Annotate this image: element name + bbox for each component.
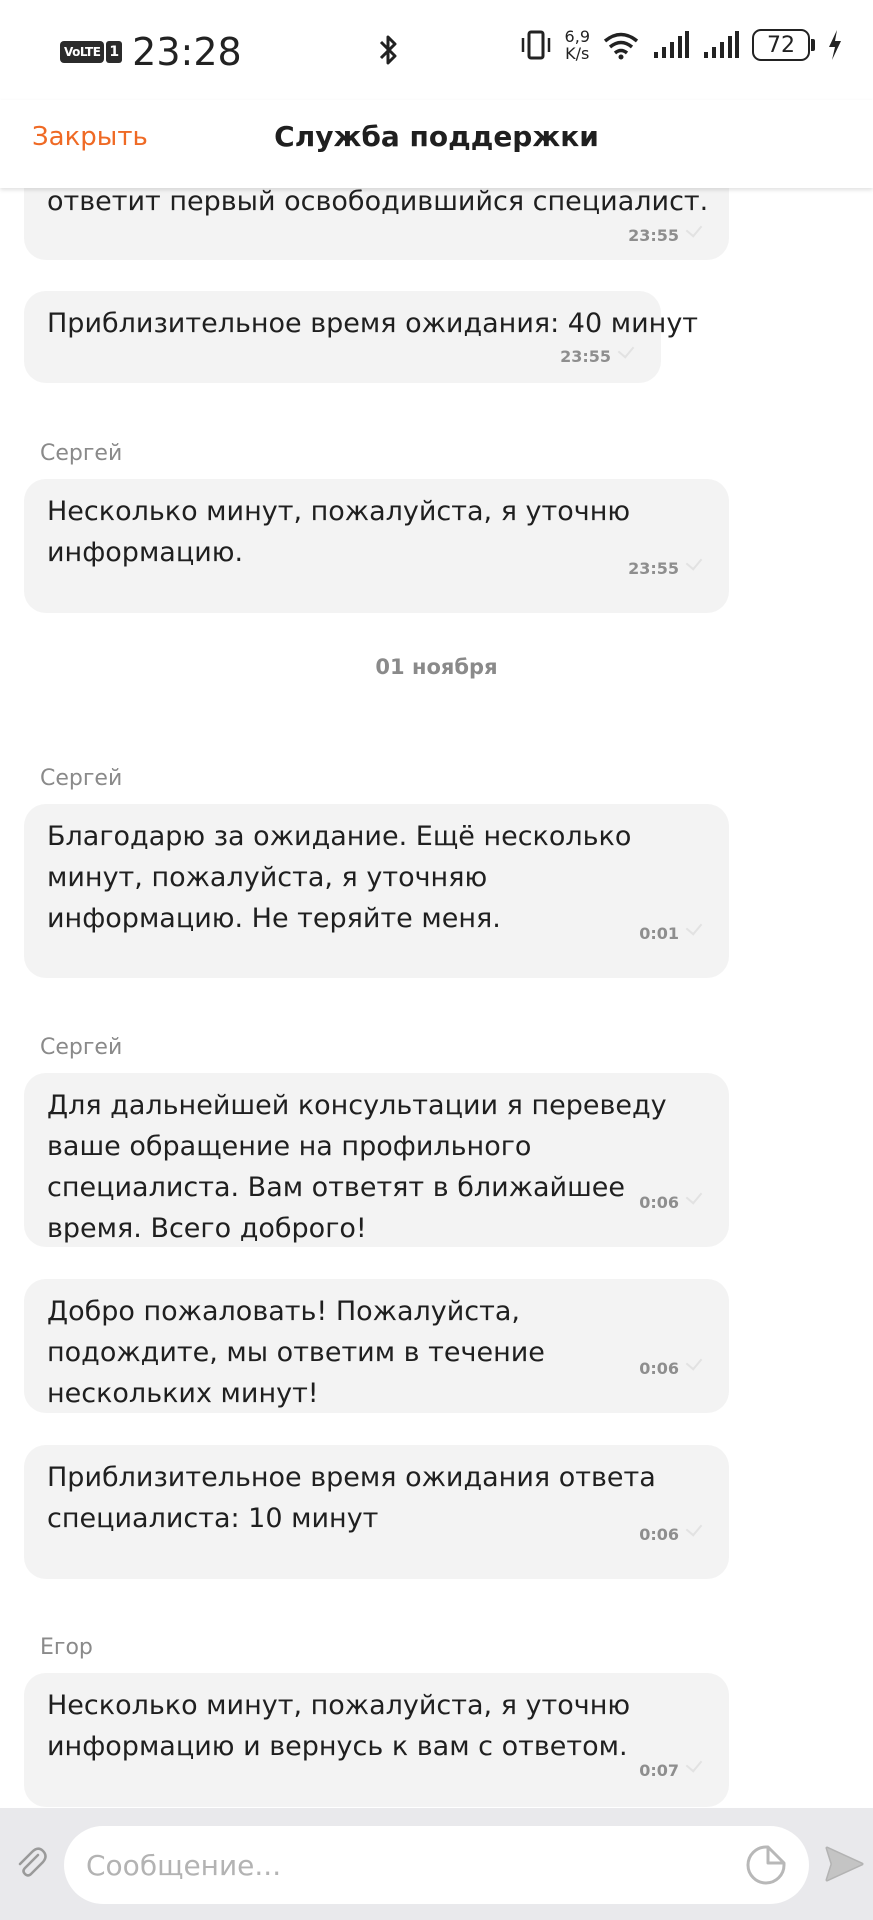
message-text: Приблизительное время ожидания: 40 минут [47, 308, 699, 339]
message-bubble: Благодарю за ожидание. Ещё несколько мин… [24, 804, 729, 978]
volte-icon: VoLTE 1 [60, 39, 123, 65]
read-check-icon [685, 918, 703, 936]
read-check-icon [617, 341, 635, 359]
message-text: ответит первый освободившийся специалист… [47, 188, 709, 217]
read-check-icon [685, 1353, 703, 1371]
message-time: 23:55 [560, 347, 611, 366]
status-bar: VoLTE 1 23:28 6,9 K/s 72 [0, 0, 873, 100]
message-text: Несколько минут, пожалуйста, я уточню ин… [47, 496, 631, 568]
message-field[interactable] [64, 1826, 809, 1904]
message-time: 0:01 [639, 924, 679, 943]
sim-slot-badge: 1 [106, 41, 123, 63]
message-time: 0:06 [639, 1193, 679, 1212]
battery-icon: 72 [752, 29, 815, 61]
read-check-icon [685, 1187, 703, 1205]
app-header: Закрыть Служба поддержки [0, 100, 873, 188]
signal-icon [654, 31, 689, 58]
battery-level: 72 [752, 29, 810, 61]
message-bubble: Приблизительное время ожидания ответа сп… [24, 1445, 729, 1579]
message-text: Добро пожаловать! Пожалуйста, подождите,… [47, 1296, 545, 1409]
message-time: 23:55 [628, 559, 679, 578]
sender-name: Сергей [40, 766, 123, 791]
message-time: 0:07 [639, 1761, 679, 1780]
message-time: 0:06 [639, 1525, 679, 1544]
message-time: 0:06 [639, 1359, 679, 1378]
sender-name: Сергей [40, 1035, 123, 1060]
read-check-icon [685, 1519, 703, 1537]
message-bubble: Несколько минут, пожалуйста, я уточню ин… [24, 479, 729, 613]
status-time: 23:28 [132, 30, 242, 74]
message-bubble: Приблизительное время ожидания: 40 минут… [24, 291, 699, 383]
vibrate-icon [521, 30, 550, 60]
bluetooth-icon [379, 35, 397, 65]
sender-name: Егор [40, 1635, 93, 1660]
battery-tip [811, 39, 815, 51]
speed-unit: K/s [565, 44, 590, 63]
signal-icon-2 [704, 31, 739, 58]
volte-badge: VoLTE [60, 41, 105, 63]
page-title: Служба поддержки [274, 120, 599, 153]
speed-value: 6,9 [564, 27, 590, 46]
message-bubble: ответит первый освободившийся специалист… [24, 188, 729, 260]
message-composer [0, 1808, 873, 1920]
status-left: VoLTE 1 23:28 [60, 30, 242, 74]
paperclip-icon[interactable] [14, 1846, 48, 1880]
message-text: Благодарю за ожидание. Ещё несколько мин… [47, 821, 632, 934]
chat-area[interactable]: ответит первый освободившийся специалист… [0, 188, 873, 1808]
read-check-icon [685, 1755, 703, 1773]
charging-icon [829, 30, 841, 60]
message-text: Несколько минут, пожалуйста, я уточню ин… [47, 1690, 631, 1762]
date-separator: 01 ноября [375, 655, 498, 679]
message-text: Приблизительное время ожидания ответа сп… [47, 1462, 656, 1534]
message-bubble: Для дальнейшей консультации я переведу в… [24, 1073, 729, 1247]
sticker-icon[interactable] [745, 1844, 787, 1886]
read-check-icon [685, 553, 703, 571]
send-icon[interactable] [824, 1844, 864, 1884]
message-bubble: Несколько минут, пожалуйста, я уточню ин… [24, 1673, 729, 1807]
message-input[interactable] [86, 1826, 726, 1904]
message-time: 23:55 [628, 226, 679, 245]
message-text: Для дальнейшей консультации я переведу в… [47, 1090, 667, 1244]
message-bubble: Добро пожаловать! Пожалуйста, подождите,… [24, 1279, 729, 1413]
sender-name: Сергей [40, 441, 123, 466]
status-right: 6,9 K/s 72 [519, 28, 843, 62]
network-speed: 6,9 K/s [565, 28, 590, 62]
read-check-icon [685, 220, 703, 238]
wifi-icon [603, 32, 639, 60]
